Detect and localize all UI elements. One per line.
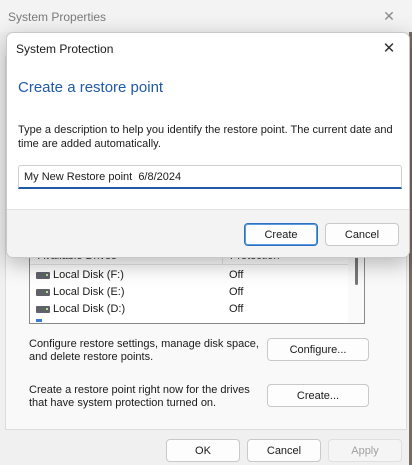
dialog-create-button[interactable]: Create	[244, 223, 318, 246]
partial-drive-icon	[36, 319, 42, 322]
dialog-heading: Create a restore point	[18, 79, 164, 96]
apply-button: Apply	[328, 439, 402, 462]
drive-protection-status: Off	[229, 303, 244, 315]
create-description: Create a restore point right now for the…	[29, 384, 250, 409]
drive-row[interactable]: Local Disk (F:) Off	[30, 267, 350, 284]
drive-name: Local Disk (E:)	[53, 286, 125, 298]
dialog-titlebar: System Protection ✕	[7, 33, 409, 63]
drive-row[interactable]: Local Disk (D:) Off	[30, 301, 350, 318]
system-properties-titlebar: System Properties ✕	[0, 0, 412, 32]
system-properties-title: System Properties	[8, 10, 107, 24]
drive-name: Local Disk (F:)	[53, 269, 124, 281]
drive-row[interactable]: Local Disk (E:) Off	[30, 284, 350, 301]
hard-drive-icon	[36, 272, 50, 279]
dialog-body: Create a restore point Type a descriptio…	[7, 63, 409, 209]
system-properties-close-icon[interactable]: ✕	[366, 0, 412, 32]
cancel-button[interactable]: Cancel	[247, 439, 321, 462]
hard-drive-icon	[36, 289, 50, 296]
configure-button[interactable]: Configure...	[267, 338, 369, 361]
create-restore-point-button[interactable]: Create...	[267, 384, 369, 407]
system-protection-dialog: System Protection ✕ Create a restore poi…	[6, 32, 410, 258]
dialog-description: Type a description to help you identify …	[18, 124, 393, 150]
hard-drive-icon	[36, 306, 50, 313]
dialog-cancel-button[interactable]: Cancel	[325, 223, 399, 246]
restore-point-description-input[interactable]	[18, 165, 402, 189]
drive-protection-status: Off	[229, 286, 244, 298]
drive-protection-status: Off	[229, 269, 244, 281]
drives-list-scrollbar[interactable]	[348, 247, 364, 323]
ok-button[interactable]: OK	[166, 439, 240, 462]
dialog-close-icon[interactable]: ✕	[369, 33, 409, 63]
drive-name: Local Disk (D:)	[53, 303, 126, 315]
dialog-title: System Protection	[16, 42, 114, 56]
configure-description: Configure restore settings, manage disk …	[29, 338, 259, 363]
dialog-footer: Create Cancel	[7, 210, 409, 257]
